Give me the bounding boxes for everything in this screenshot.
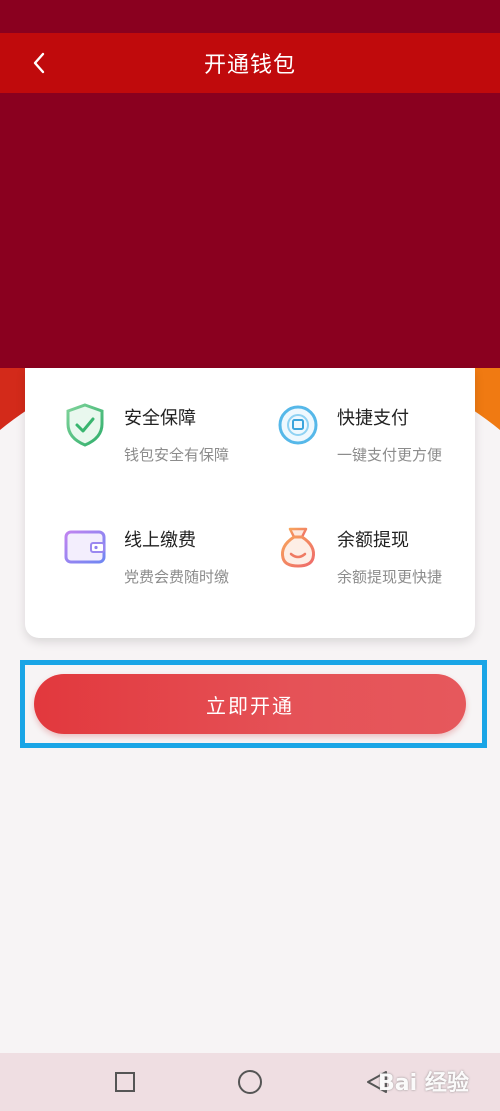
- feature-title: 安全保障: [124, 408, 196, 429]
- feature-desc: 一键支付更方便: [337, 446, 443, 464]
- wallet-icon: [64, 530, 106, 564]
- feature-online-payment: 线上缴费 党费会费随时缴: [62, 524, 277, 614]
- feature-desc: 余额提现更快捷: [337, 568, 443, 586]
- feature-title: 线上缴费: [124, 530, 196, 551]
- page-title: 开通钱包: [203, 53, 296, 78]
- feature-security: 安全保障 钱包安全有保障: [62, 402, 277, 492]
- shield-check-icon: [66, 403, 104, 447]
- home-icon[interactable]: [235, 1067, 265, 1097]
- feature-card: 安全保障 钱包安全有保障 快捷支付 一键支付更方便 线上缴费 党费会费随时缴 余…: [25, 368, 475, 638]
- feature-desc: 党费会费随时缴: [124, 568, 230, 586]
- watermark: Bai 经验: [378, 1071, 469, 1096]
- quick-pay-icon: [278, 405, 318, 445]
- banner: [0, 93, 500, 368]
- feature-quick-pay: 快捷支付 一键支付更方便: [275, 402, 490, 492]
- money-bag-icon: [281, 527, 315, 568]
- feature-desc: 钱包安全有保障: [124, 446, 230, 464]
- chevron-left-icon: [33, 52, 45, 74]
- recent-apps-icon[interactable]: [110, 1067, 140, 1097]
- status-bar: [0, 0, 500, 33]
- feature-title: 余额提现: [337, 530, 409, 551]
- header-bar: 开通钱包: [0, 33, 500, 93]
- feature-withdraw: 余额提现 余额提现更快捷: [275, 524, 490, 614]
- back-button[interactable]: [22, 45, 58, 81]
- feature-title: 快捷支付: [337, 408, 409, 429]
- open-now-button[interactable]: 立即开通: [34, 674, 466, 734]
